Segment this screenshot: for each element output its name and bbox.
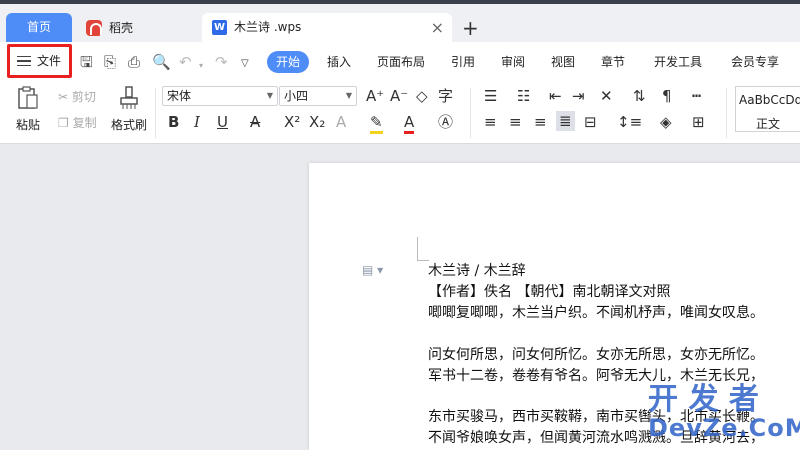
copy-button[interactable]: ❐ 复制	[58, 114, 97, 131]
tab-insert[interactable]: 插入	[327, 51, 351, 73]
decrease-indent-icon[interactable]: ⇤	[549, 87, 562, 105]
customize-toolbar-icon[interactable]: ▽	[241, 56, 249, 72]
tab-developer[interactable]: 开发工具	[654, 51, 702, 73]
redo-icon[interactable]: ↷	[215, 54, 228, 70]
tab-review[interactable]: 审阅	[501, 51, 525, 73]
chevron-down-icon: ▼	[345, 91, 352, 100]
format-painter-label: 格式刷	[110, 118, 147, 132]
close-tab-icon[interactable]: ×	[431, 13, 444, 42]
shading-icon[interactable]: ◈	[660, 113, 672, 131]
align-right-icon[interactable]: ≡	[534, 113, 547, 131]
tab-section[interactable]: 章节	[601, 51, 625, 73]
style-name: 正文	[756, 117, 781, 131]
undo-icon[interactable]: ↶	[179, 54, 192, 70]
paste-label: 粘贴	[15, 118, 40, 132]
tool-row: 粘贴 ✂ 剪切 ❐ 复制 格式刷 宋体 ▼ 小四 ▼ A⁺ A⁻ ◇ 字 B I U…	[0, 82, 800, 144]
tab-view[interactable]: 视图	[551, 51, 575, 73]
doc-line[interactable]: 【作者】佚名 【朝代】南北朝译文对照	[428, 283, 670, 301]
tab-daoke-label: 稻壳	[109, 21, 134, 35]
doc-line[interactable]: 木兰诗 / 木兰辞	[428, 262, 526, 280]
chinese-layout-icon[interactable]: ✕	[600, 87, 613, 105]
font-size-value: 小四	[284, 89, 309, 103]
paragraph-handle-icon[interactable]: ▤ ▾	[362, 263, 383, 277]
style-gallery-normal[interactable]: AaBbCcDd 正文	[735, 86, 800, 132]
tab-membership[interactable]: 会员专享	[731, 51, 779, 73]
tab-document-label: 木兰诗 .wps	[234, 20, 302, 34]
bullet-list-icon[interactable]: ☰	[484, 87, 497, 105]
undo-dropdown-icon[interactable]: ▾	[199, 58, 203, 74]
tab-start[interactable]: 开始	[267, 51, 310, 73]
subscript-icon[interactable]: X₂	[309, 113, 325, 131]
align-left-icon[interactable]: ≡	[484, 113, 497, 131]
format-painter-button[interactable]: 格式刷	[108, 86, 150, 133]
distributed-icon[interactable]: ⊟	[584, 113, 597, 131]
clear-format-icon[interactable]: ◇	[416, 87, 428, 105]
pinyin-icon[interactable]: 字	[438, 87, 453, 105]
sort-icon[interactable]: ⇅	[633, 87, 646, 105]
char-border-icon[interactable]: Ⓐ	[438, 113, 453, 131]
format-painter-icon	[120, 86, 138, 109]
cut-label: 剪切	[71, 90, 96, 104]
divider	[470, 88, 471, 138]
divider	[155, 88, 156, 138]
font-family-select[interactable]: 宋体 ▼	[162, 86, 278, 106]
text-effect-icon[interactable]: A	[336, 113, 346, 131]
shrink-font-icon[interactable]: A⁻	[390, 87, 408, 105]
tab-daoke[interactable]: 稻壳	[78, 15, 198, 41]
menu-bar: 文件 🖫 ⎘ ⎙ 🔍 ↶ ▾ ↷ ▽ 开始 插入 页面布局 引用 审阅 视图 章…	[0, 42, 800, 82]
file-menu-label: 文件	[37, 54, 62, 68]
justify-icon[interactable]: ≣	[556, 111, 575, 131]
style-preview: AaBbCcDd	[739, 93, 800, 107]
tab-home[interactable]: 首页	[6, 13, 72, 42]
wps-writer-icon: W	[212, 20, 227, 35]
doc-line[interactable]: 问女何所思，问女何所忆。女亦无所思，女亦无所忆。	[428, 346, 764, 364]
numbered-list-icon[interactable]: ☷	[517, 87, 530, 105]
strikethrough-icon[interactable]: A	[250, 113, 260, 131]
font-size-select[interactable]: 小四 ▼	[279, 86, 357, 106]
border-icon[interactable]: ⊞	[692, 113, 705, 131]
margin-marker	[417, 237, 429, 261]
site-watermark: 开 发 者 DevZe.CoM	[648, 384, 800, 443]
print-preview-icon[interactable]: 🔍	[152, 54, 171, 70]
italic-icon[interactable]: I	[194, 113, 200, 131]
doc-line[interactable]: 唧唧复唧唧，木兰当户织。不闻机杼声，唯闻女叹息。	[428, 304, 764, 322]
superscript-icon[interactable]: X²	[284, 113, 300, 131]
increase-indent-icon[interactable]: ⇥	[572, 87, 585, 105]
hamburger-icon	[17, 56, 31, 66]
tab-references[interactable]: 引用	[451, 51, 475, 73]
ruler-icon[interactable]: ┅	[692, 87, 701, 105]
chevron-down-icon: ▼	[266, 91, 273, 100]
divider	[726, 88, 727, 138]
underline-icon[interactable]: U	[217, 113, 228, 131]
highlight-icon[interactable]: ✎	[370, 113, 383, 134]
new-tab-button[interactable]: +	[462, 16, 479, 40]
tab-bar: 首页 稻壳 W 木兰诗 .wps × +	[0, 0, 800, 42]
copy-label: 复制	[72, 116, 97, 130]
tab-page-layout[interactable]: 页面布局	[377, 51, 425, 73]
print-icon[interactable]: ⎙	[128, 54, 140, 70]
tab-document[interactable]: W 木兰诗 .wps ×	[202, 13, 452, 42]
show-marks-icon[interactable]: ¶	[662, 87, 672, 105]
paste-button[interactable]: 粘贴	[12, 86, 44, 133]
line-spacing-icon[interactable]: ↕≡	[617, 113, 642, 131]
paste-icon	[18, 86, 38, 109]
export-pdf-icon[interactable]: ⎘	[104, 54, 116, 70]
save-icon[interactable]: 🖫	[80, 54, 93, 70]
font-color-icon[interactable]: A	[404, 113, 415, 134]
grow-font-icon[interactable]: A⁺	[366, 87, 384, 105]
bold-icon[interactable]: B	[168, 113, 179, 131]
watermark-en: DevZe.CoM	[648, 414, 800, 442]
font-family-value: 宋体	[167, 89, 192, 103]
align-center-icon[interactable]: ≡	[509, 113, 522, 131]
cut-button[interactable]: ✂ 剪切	[58, 88, 96, 105]
file-menu-button[interactable]: 文件	[7, 44, 72, 78]
daoke-logo-icon	[86, 20, 102, 36]
